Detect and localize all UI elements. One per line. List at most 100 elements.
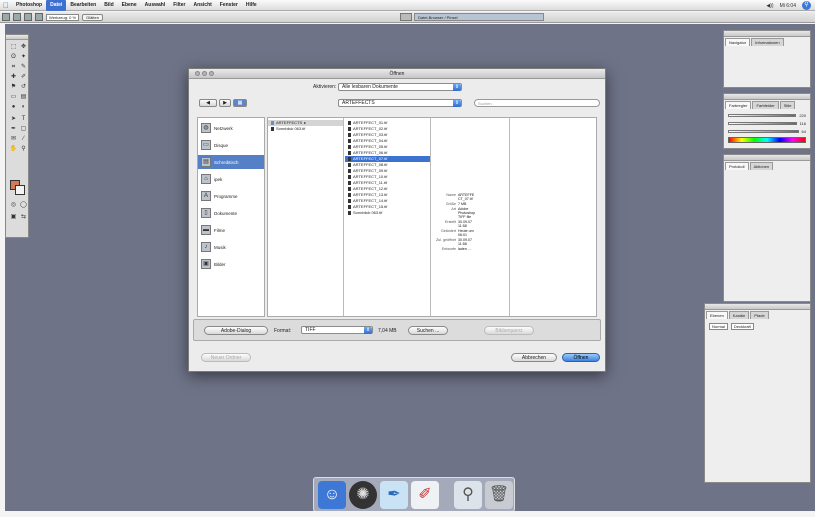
brush-tool-icon[interactable]: ✐ xyxy=(19,73,28,81)
back-button[interactable]: ◀ xyxy=(199,99,217,107)
search-field[interactable]: Suchen xyxy=(474,99,600,107)
new-selection-icon[interactable] xyxy=(13,13,21,21)
apple-icon[interactable]:  xyxy=(0,1,12,10)
palette-well-tab[interactable]: Datei-Browser / Pinsel xyxy=(414,13,544,21)
dashboard-icon[interactable]: ✺ xyxy=(349,481,377,509)
sidebar-item-schreibtisch[interactable]: ▤ Schreibtisch xyxy=(198,155,264,169)
preview-icon[interactable]: ⚲ xyxy=(454,481,482,509)
format-popup[interactable]: TIFF ⇕ xyxy=(301,326,373,334)
menu-ansicht[interactable]: Ansicht xyxy=(189,0,215,11)
sidebar-item-programme[interactable]: A Programme xyxy=(198,189,264,203)
zoom-tool-icon[interactable]: ⚲ xyxy=(19,145,28,153)
quickmask-icon[interactable]: ◎ xyxy=(9,201,18,209)
shape-tool-icon[interactable]: ▢ xyxy=(19,125,28,133)
move-tool-icon[interactable]: ✥ xyxy=(19,43,28,51)
open-button[interactable]: Öffnen xyxy=(562,353,600,362)
tab-ebenen[interactable]: Ebenen xyxy=(706,311,728,319)
menu-auswahl[interactable]: Auswahl xyxy=(141,0,170,11)
trash-icon[interactable]: 🗑 xyxy=(485,481,513,509)
menu-hilfe[interactable]: Hilfe xyxy=(242,0,261,11)
volume-icon[interactable]: ◀)) xyxy=(766,3,773,9)
photoshop-icon[interactable]: ✒ xyxy=(380,481,408,509)
tool-preset-icon[interactable] xyxy=(2,13,10,21)
marquee-tool-icon[interactable]: ⬚ xyxy=(9,43,18,51)
close-icon[interactable] xyxy=(195,71,200,76)
background-color-swatch[interactable] xyxy=(15,185,25,195)
menu-datei[interactable]: Datei xyxy=(46,0,67,11)
sidebar-item-dokumente[interactable]: ▯ Dokumente xyxy=(198,206,264,220)
subtract-selection-icon[interactable] xyxy=(35,13,43,21)
opacity-field[interactable]: Deckkraft xyxy=(730,323,754,330)
minimize-icon[interactable] xyxy=(202,71,207,76)
tab-protokoll[interactable]: Protokoll xyxy=(725,162,749,170)
forward-button[interactable]: ▶ xyxy=(219,99,231,107)
notes-tool-icon[interactable]: ✉ xyxy=(9,135,18,143)
gradient-tool-icon[interactable]: ▤ xyxy=(19,93,28,101)
toolbox-titlebar[interactable] xyxy=(6,35,28,40)
suchen-button[interactable]: Suchen ... xyxy=(408,326,448,335)
finder-icon[interactable]: ☺ xyxy=(318,481,346,509)
add-selection-icon[interactable] xyxy=(24,13,32,21)
antialias-button[interactable]: Glätten xyxy=(82,13,103,21)
eraser-tool-icon[interactable]: ▭ xyxy=(9,93,18,101)
tab-farbfelder[interactable]: Farbfelder xyxy=(752,101,779,109)
bildsequenz-button[interactable]: Bildsequenz xyxy=(484,326,534,335)
aktivieren-popup[interactable]: Alle lesbaren Dokumente ⇕ xyxy=(338,83,462,91)
screen-mode-icon[interactable]: ▣ xyxy=(9,213,18,221)
menu-bearbeiten[interactable]: Bearbeiten xyxy=(66,0,100,11)
green-slider[interactable] xyxy=(728,122,797,125)
type-tool-icon[interactable]: T xyxy=(19,115,28,123)
menu-bild[interactable]: Bild xyxy=(100,0,117,11)
cancel-button[interactable]: Abbrechen xyxy=(511,353,557,362)
hand-tool-icon[interactable]: ✋ xyxy=(9,145,18,153)
stamp-tool-icon[interactable]: ⚑ xyxy=(9,83,18,91)
adobe-dialog-button[interactable]: Adobe-Dialog xyxy=(204,326,268,335)
sidebar-item-bilder[interactable]: ▣ Bilder xyxy=(198,257,264,271)
path-select-icon[interactable]: ➤ xyxy=(9,115,18,123)
blur-tool-icon[interactable]: ● xyxy=(9,103,18,111)
red-slider[interactable] xyxy=(728,114,797,117)
history-brush-icon[interactable]: ↺ xyxy=(19,83,28,91)
menu-ebene[interactable]: Ebene xyxy=(118,0,141,11)
standard-mode-icon[interactable]: ◯ xyxy=(19,201,28,209)
clock[interactable]: Mi 6:04 xyxy=(780,3,796,9)
zoom-icon[interactable] xyxy=(209,71,214,76)
jump-to-imageready-icon[interactable]: ⇆ xyxy=(19,213,28,221)
sidebar-item-filme[interactable]: ▬ Filme xyxy=(198,223,264,237)
menu-filter[interactable]: Filter xyxy=(169,0,189,11)
slice-tool-icon[interactable]: ✎ xyxy=(19,63,28,71)
new-folder-button[interactable]: Neuer Ordner xyxy=(201,353,251,362)
blue-slider[interactable] xyxy=(728,130,799,133)
tab-kanaele[interactable]: Kanäle xyxy=(728,311,750,319)
tab-stile[interactable]: Stile xyxy=(779,101,796,109)
green-value[interactable]: 116 xyxy=(800,121,806,126)
location-popup[interactable]: ARTEFFECTS ⇕ xyxy=(338,99,462,107)
menu-app-name[interactable]: Photoshop xyxy=(12,0,46,11)
tab-farbregler[interactable]: Farbregler xyxy=(725,101,752,109)
magic-wand-icon[interactable]: ✦ xyxy=(19,53,28,61)
menu-fenster[interactable]: Fenster xyxy=(216,0,242,11)
dodge-tool-icon[interactable]: ◐ xyxy=(19,103,28,111)
spotlight-icon[interactable]: ⚲ xyxy=(802,1,811,10)
sidebar-item-musik[interactable]: ♪ Musik xyxy=(198,240,264,254)
feather-field[interactable]: Werkzeug: 0 % xyxy=(46,13,80,21)
sidebar-item-disque[interactable]: ▭ Disque xyxy=(198,138,264,152)
crop-tool-icon[interactable]: ⌗ xyxy=(9,63,18,71)
sidebar-item-netzwerk[interactable]: ◍ Netzwerk xyxy=(198,121,264,135)
blue-value[interactable]: 64 xyxy=(802,129,806,134)
lasso-tool-icon[interactable]: ʘ xyxy=(9,53,18,61)
color-spectrum[interactable] xyxy=(728,137,806,143)
sidebar-item-ipek[interactable]: ⌂ ipek xyxy=(198,172,264,186)
imageready-icon[interactable]: ✐ xyxy=(411,481,439,509)
healing-tool-icon[interactable]: ✚ xyxy=(9,73,18,81)
tab-aktionen[interactable]: Aktionen xyxy=(749,162,774,170)
file-item[interactable]: Sonnblick 063.tif xyxy=(345,210,430,216)
tab-navigator[interactable]: Navigator xyxy=(725,38,751,46)
tab-pfade[interactable]: Pfade xyxy=(750,311,769,319)
pen-tool-icon[interactable]: ✒ xyxy=(9,125,18,133)
red-value[interactable]: 220 xyxy=(799,113,806,118)
eyedropper-icon[interactable]: ⁄ xyxy=(19,135,28,143)
palette-well-icon[interactable] xyxy=(400,13,412,21)
tab-informationen[interactable]: Informationen xyxy=(751,38,784,46)
blend-mode-select[interactable]: Normal xyxy=(709,323,728,330)
